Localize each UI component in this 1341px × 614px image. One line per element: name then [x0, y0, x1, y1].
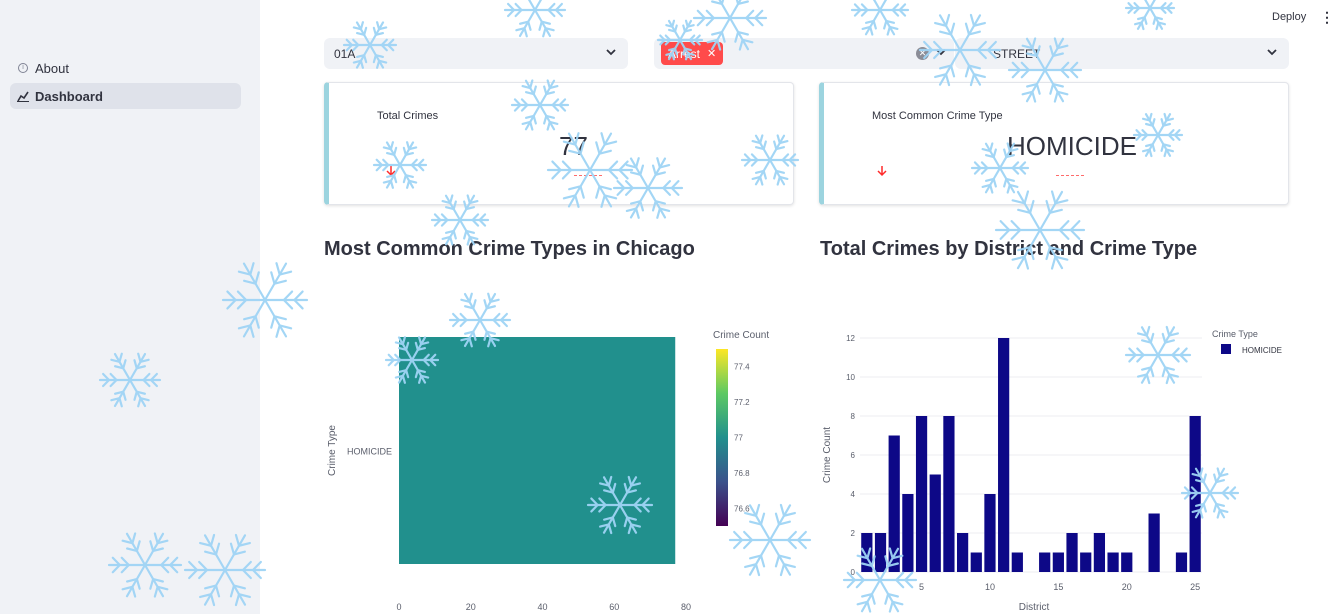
bar: [1052, 552, 1064, 572]
bar-svg[interactable]: 0 2 4 6 8 10 12 5 10 15 20 25 District Crime Count Cri…: [812, 318, 1302, 614]
heatmap-cell: [399, 337, 676, 564]
bar: [861, 533, 873, 572]
colorbar-tick-label: 77.4: [734, 363, 750, 372]
bar: [1107, 552, 1119, 572]
bar-chart[interactable]: 0 2 4 6 8 10 12 5 10 15 20 25 District Crime Count Cri…: [812, 318, 1302, 614]
arrest-tag[interactable]: Arrest ✕: [661, 42, 724, 65]
bar: [956, 533, 969, 572]
bar: [1039, 552, 1051, 572]
colorbar-tick-label: 77: [734, 434, 743, 443]
snowflake-icon: [850, 0, 910, 36]
colorbar-tick-label: 77.2: [734, 398, 750, 407]
location-select[interactable]: STREET: [955, 38, 1289, 69]
y-tick-label: 4: [851, 490, 856, 499]
chevron-down-icon: [604, 46, 618, 60]
location-select-value: STREET: [993, 46, 1041, 61]
clear-icon[interactable]: ✕: [916, 47, 929, 60]
y-tick-label: 2: [851, 529, 856, 538]
bar: [984, 494, 996, 572]
down-arrow-icon: [385, 165, 397, 180]
bar: [1066, 533, 1078, 572]
chevron-down-icon[interactable]: [935, 46, 947, 61]
metric-label: Most Common Crime Type: [872, 110, 1003, 122]
y-axis-label: Crime Count: [822, 427, 833, 483]
delta-line: [574, 175, 602, 176]
bar: [943, 416, 955, 572]
close-icon[interactable]: ✕: [707, 47, 716, 60]
kebab-menu-icon[interactable]: ⋮: [1320, 10, 1334, 26]
metric-value: HOMICIDE: [1007, 131, 1137, 161]
arrest-multiselect[interactable]: Arrest ✕ ✕: [654, 38, 954, 69]
bar: [1093, 533, 1106, 572]
y-tick-label: 12: [846, 334, 855, 343]
metric-value: 77: [559, 131, 588, 161]
sidebar-item-about[interactable]: i About: [10, 55, 241, 81]
x-tick-label: 80: [681, 602, 691, 612]
bar: [1189, 416, 1201, 572]
delta-line: [1056, 175, 1084, 176]
x-tick-label: 15: [1053, 582, 1063, 592]
heatmap-title: Most Common Crime Types in Chicago: [324, 238, 695, 260]
sidebar-item-label: About: [35, 60, 69, 76]
legend-title: Crime Type: [1212, 329, 1258, 339]
snowflake-icon: [1124, 0, 1176, 31]
y-tick-label: 6: [851, 451, 856, 460]
x-tick-label: 10: [985, 582, 995, 592]
x-tick-label: 60: [609, 602, 619, 612]
beat-select[interactable]: 01A: [324, 38, 628, 69]
x-tick-label: 5: [919, 582, 924, 592]
x-tick-label: 0: [396, 602, 401, 612]
bar-chart-title: Total Crimes by District and Crime Type: [820, 238, 1198, 260]
y-tick-label: 8: [851, 412, 856, 421]
beat-select-value: 01A: [334, 46, 356, 61]
heatmap-svg[interactable]: HOMICIDE 0 20 40 60 80 Crime Type Crime Count 76…: [320, 318, 790, 614]
x-tick-label: 25: [1190, 582, 1200, 592]
bar: [1148, 513, 1160, 572]
colorbar-tick-label: 76.6: [734, 504, 750, 513]
bar: [1175, 552, 1188, 572]
total-crimes-metric: Total Crimes 77: [324, 82, 794, 205]
sidebar-item-dashboard[interactable]: Dashboard: [10, 83, 241, 109]
y-tick-label: 10: [846, 373, 855, 382]
metric-label: Total Crimes: [377, 110, 439, 122]
sidebar-item-label: Dashboard: [35, 88, 103, 104]
snowflake-icon: [503, 0, 567, 38]
colorbar: [716, 349, 728, 526]
y-axis-label: Crime Type: [327, 425, 338, 476]
common-crime-metric: Most Common Crime Type HOMICIDE: [819, 82, 1289, 205]
legend-label: HOMICIDE: [1242, 346, 1282, 355]
arrest-tag-label: Arrest: [668, 46, 701, 61]
x-tick-label: 40: [537, 602, 547, 612]
bar: [998, 338, 1010, 572]
x-axis-label: District: [1019, 602, 1050, 613]
x-tick-label: 20: [466, 602, 476, 612]
deploy-button[interactable]: Deploy: [1264, 9, 1314, 25]
legend-swatch: [1221, 344, 1231, 354]
bar: [1080, 552, 1092, 572]
chart-icon: [17, 90, 29, 102]
y-tick-label: 0: [851, 568, 856, 577]
sidebar: i About Dashboard: [0, 0, 260, 614]
info-circle-icon: i: [17, 62, 29, 74]
colorbar-tick-label: 76.8: [734, 469, 750, 478]
bar: [888, 435, 900, 572]
bar: [874, 533, 887, 572]
x-tick-label: 20: [1122, 582, 1132, 592]
bar: [1011, 552, 1023, 572]
bar: [1121, 552, 1133, 572]
y-tick-label: HOMICIDE: [347, 447, 392, 457]
down-arrow-icon: [876, 165, 888, 180]
colorbar-title: Crime Count: [713, 330, 769, 341]
app: i About Dashboard Deploy ⋮ 01A Arrest ✕ …: [0, 0, 1341, 614]
bar: [929, 474, 941, 572]
chevron-down-icon: [1265, 46, 1279, 60]
bar: [915, 416, 928, 572]
bar: [902, 494, 914, 572]
heatmap-chart[interactable]: HOMICIDE 0 20 40 60 80 Crime Type Crime Count 76…: [320, 318, 790, 614]
bar: [970, 552, 982, 572]
